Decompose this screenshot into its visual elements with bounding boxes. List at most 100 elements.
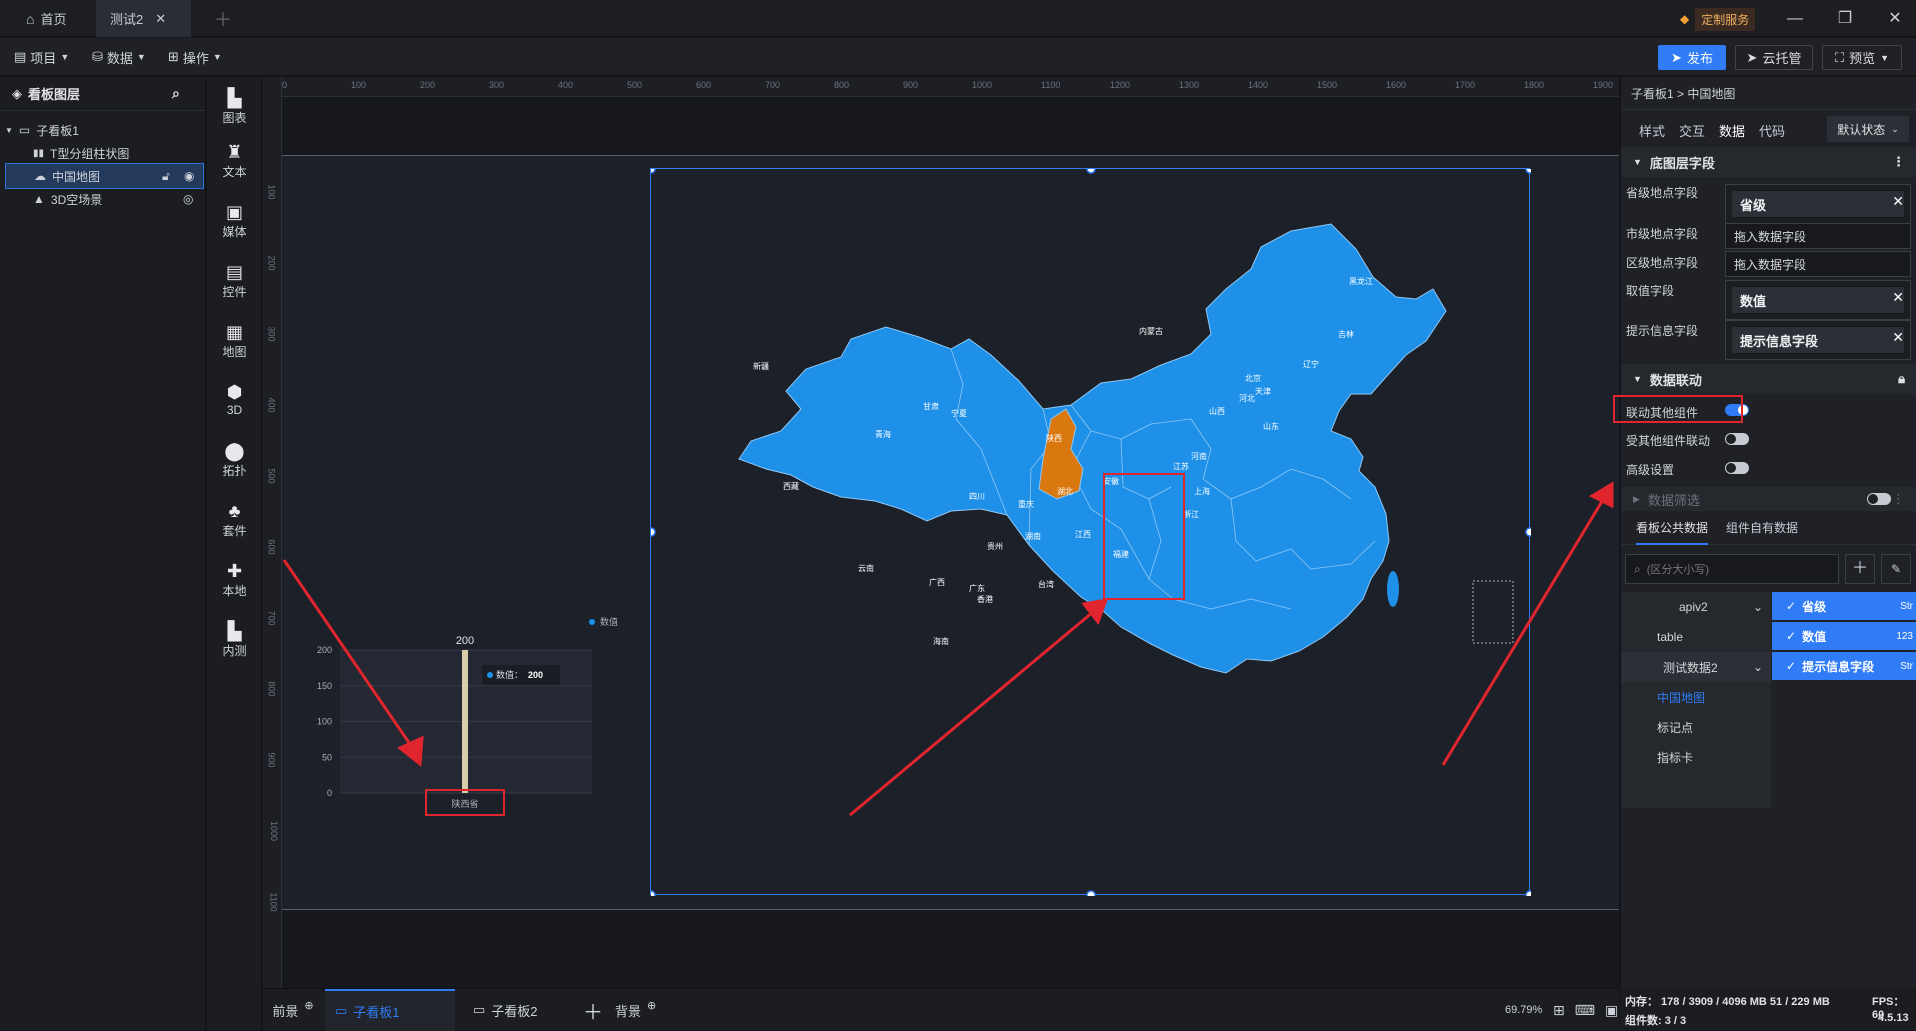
source-item[interactable]: apiv2 ⌄ xyxy=(1621,592,1771,622)
zoom-value: 69.79% xyxy=(1505,1004,1543,1016)
iconbar-suite[interactable]: ♣ 套件 xyxy=(207,494,262,546)
tab-doc[interactable]: 测试2 ✕ xyxy=(96,0,191,37)
search-icon[interactable]: ⌕ xyxy=(172,85,180,102)
ruler-tick-label: 1100 xyxy=(268,892,279,912)
terminal-icon[interactable]: ▣ xyxy=(1605,1002,1618,1019)
filter-toggle[interactable] xyxy=(1867,493,1891,505)
value-field-slot[interactable]: 数值 ✕ xyxy=(1725,280,1911,320)
section-data-filter[interactable]: ▶ 数据筛选 ⋮ xyxy=(1621,487,1916,511)
tab-home[interactable]: ⌂ 首页 xyxy=(12,0,80,37)
tab-subboard1[interactable]: ▭ 子看板1 xyxy=(325,989,455,1031)
vertical-ruler[interactable]: 100 200 300 400 500 600 700 800 900 1000 1100 xyxy=(263,77,282,988)
layer-label: 3D空场景 xyxy=(50,192,103,207)
district-field-slot[interactable]: 拖入数据字段 xyxy=(1725,251,1911,277)
iconbar-control[interactable]: ▤ 控件 xyxy=(207,255,262,307)
close-window-icon[interactable]: ✕ xyxy=(1884,8,1906,30)
edit-icon[interactable]: ✎ xyxy=(1881,554,1911,584)
add-tab-icon[interactable]: ＋ xyxy=(200,0,246,37)
more-icon[interactable]: ⋮ xyxy=(1892,491,1905,507)
publish-label: 发布 xyxy=(1686,51,1713,66)
tab-background[interactable]: 背景 ⊕ xyxy=(615,989,656,1031)
tab-data[interactable]: 数据 xyxy=(1719,121,1746,150)
add-board-icon[interactable]: ＋ xyxy=(583,989,603,1031)
data-search-input[interactable]: ⌕ (区分大小写) xyxy=(1625,554,1839,584)
layer-item[interactable]: ▲ 3D空场景 ◎ xyxy=(5,186,204,212)
data-field-item[interactable]: ✓ 提示信息字段 Str xyxy=(1772,652,1916,680)
ruler-tick-label: 800 xyxy=(834,80,850,90)
section-title: 数据联动 xyxy=(1649,372,1702,388)
minimize-icon[interactable]: — xyxy=(1784,8,1806,30)
iconbar-topology[interactable]: ⬤ 拓扑 xyxy=(207,434,262,486)
province-field-slot[interactable]: 省级 ✕ xyxy=(1725,184,1911,224)
iconbar-3d[interactable]: ⬢ 3D xyxy=(207,374,262,426)
source-item[interactable]: 测试数据2 ⌄ xyxy=(1621,652,1771,682)
close-icon[interactable]: ✕ xyxy=(1892,193,1904,210)
iconbar-local[interactable]: ✚ 本地 xyxy=(207,554,262,606)
advanced-toggle[interactable] xyxy=(1725,462,1749,474)
data-field-item[interactable]: ✓ 数值 123 xyxy=(1772,622,1916,650)
close-icon[interactable]: ✕ xyxy=(1892,329,1904,346)
source-item-selected[interactable]: 中国地图 xyxy=(1621,682,1771,712)
data-source-tabs: 看板公共数据 组件自有数据 xyxy=(1621,511,1916,545)
section-title: 底图层字段 xyxy=(1649,155,1715,171)
fit-screen-icon[interactable]: ⊞ xyxy=(1553,1002,1565,1019)
eye-off-icon[interactable]: ◎ xyxy=(183,192,193,206)
add-circle-icon[interactable]: ⊕ xyxy=(647,999,656,1012)
bar-chart-widget[interactable]: 200 150 100 50 0 200 陕西省 数值 数值： 200 xyxy=(310,610,630,810)
source-item[interactable]: table xyxy=(1621,622,1771,652)
publish-button[interactable]: ➤ 发布 xyxy=(1658,45,1726,70)
city-field-slot[interactable]: 拖入数据字段 xyxy=(1725,223,1911,249)
province-label: 山西 xyxy=(1209,406,1225,416)
horizontal-ruler[interactable]: 0 100 200 300 400 500 600 700 800 900 1000 1100 1200… xyxy=(282,77,1619,97)
operation-menu[interactable]: ⊞ 操作 ▼ xyxy=(168,47,222,67)
shirt-icon: ♣ xyxy=(228,500,241,521)
add-source-button[interactable]: ＋ xyxy=(1845,554,1875,584)
source-item[interactable]: 指标卡 xyxy=(1621,742,1771,772)
data-menu[interactable]: ⛁ 数据 ▼ xyxy=(92,47,146,67)
tooltip-marker xyxy=(487,672,493,678)
linked-by-other-toggle[interactable] xyxy=(1725,433,1749,445)
field-chip-value: 数值 xyxy=(1732,287,1904,313)
section-title: 数据筛选 xyxy=(1647,492,1700,508)
y-tick-label: 100 xyxy=(317,717,332,727)
cloud-host-button[interactable]: ➤ 云托管 xyxy=(1735,45,1813,70)
taiwan-shape xyxy=(1387,571,1399,607)
preview-button[interactable]: ⛶ 预览 ▼ xyxy=(1822,45,1902,70)
eye-icon[interactable]: ◉ xyxy=(184,169,194,183)
iconbar-map[interactable]: ▦ 地图 xyxy=(207,315,262,367)
ruler-tick-label: 400 xyxy=(266,397,277,413)
project-label: 项目 xyxy=(30,50,57,66)
section-data-link[interactable]: ▼ 数据联动 🔒︎ xyxy=(1621,364,1916,394)
lock-icon[interactable]: 🔒︎ xyxy=(1898,371,1905,387)
data-field-item[interactable]: ✓ 省级 Str xyxy=(1772,592,1916,620)
iconbar-media[interactable]: ▣ 媒体 xyxy=(207,195,262,247)
restore-icon[interactable]: ❐ xyxy=(1834,8,1856,30)
close-icon[interactable]: ✕ xyxy=(1892,289,1904,306)
project-menu[interactable]: ▤ 项目 ▼ xyxy=(14,47,69,67)
tooltip-field-slot[interactable]: 提示信息字段 ✕ xyxy=(1725,320,1911,360)
china-map-widget[interactable]: 新疆 西藏 青海 甘肃 内蒙古 黑龙江 吉林 辽宁 北京 天津 河北 山西 山东 宁夏 陕西 河南 四川 重庆 湖北… xyxy=(646,164,1535,900)
section-base-fields[interactable]: ▼ 底图层字段 ⋮ xyxy=(1621,147,1916,177)
iconbar-beta[interactable]: ▙ 内测 xyxy=(207,614,262,666)
tab-interaction[interactable]: 交互 xyxy=(1679,121,1705,150)
custom-service-button[interactable]: ◆ 定制服务 xyxy=(1680,7,1756,31)
more-icon[interactable]: ⋮ xyxy=(1892,154,1905,170)
tab-style[interactable]: 样式 xyxy=(1639,121,1665,150)
board-icon: ▭ xyxy=(335,1003,348,1018)
unlock-icon[interactable]: 🔓︎ xyxy=(162,169,170,184)
tab-foreground[interactable]: 前景 ⊕ xyxy=(263,989,323,1031)
state-select[interactable]: 默认状态 ⌄ xyxy=(1827,116,1909,142)
keyboard-icon[interactable]: ⌨ xyxy=(1575,1002,1595,1019)
add-circle-icon[interactable]: ⊕ xyxy=(304,999,313,1012)
iconbar-text[interactable]: ♜ 文本 xyxy=(207,135,262,187)
iconbar-chart[interactable]: ▙ 图表 xyxy=(207,81,262,133)
document-icon: ▤ xyxy=(14,49,27,64)
close-icon[interactable]: ✕ xyxy=(155,11,166,27)
zoom-level[interactable]: 69.79% xyxy=(1505,989,1542,1031)
province-label: 吉林 xyxy=(1338,329,1354,339)
tab-code[interactable]: 代码 xyxy=(1759,121,1785,150)
tab-own-data[interactable]: 组件自有数据 xyxy=(1726,519,1798,536)
tab-public-data[interactable]: 看板公共数据 xyxy=(1636,519,1709,545)
source-item[interactable]: 标记点 xyxy=(1621,712,1771,742)
tab-subboard2[interactable]: ▭ 子看板2 xyxy=(463,989,583,1031)
